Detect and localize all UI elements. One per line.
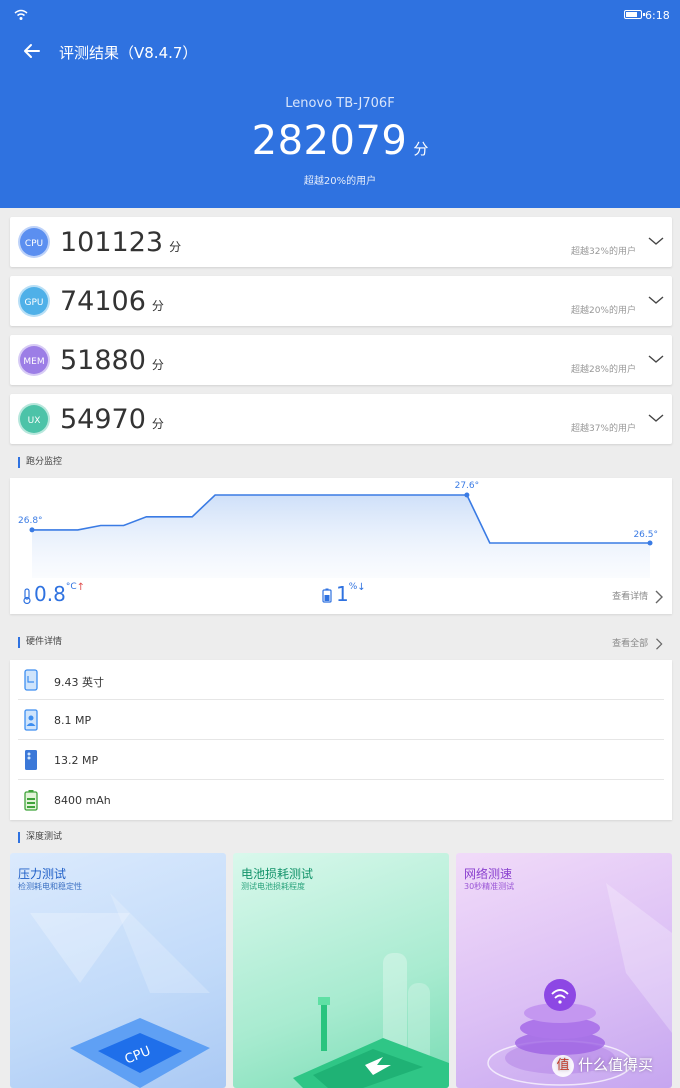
network-test-subtitle: 30秒精准测试 — [464, 882, 515, 891]
view-details-link[interactable]: 查看详情 — [612, 589, 664, 604]
temperature-chart-panel[interactable]: 26.8° 27.6° 26.5° 0.8°C↑ 1%↓ 查看详情 — [10, 478, 672, 614]
cpu-badge: CPU — [18, 226, 50, 258]
cpu-score: 101123 分 — [60, 227, 182, 258]
hardware-row-front-camera: 8.1 MP — [10, 700, 672, 740]
hardware-text: 8400 mAh — [54, 794, 111, 807]
hardware-text: 8.1 MP — [54, 714, 92, 727]
battery-test-card[interactable]: 电池损耗测试 测试电池损耗程度 — [233, 853, 449, 1088]
hardware-text: 9.43 英寸 — [54, 676, 104, 689]
battery-icon — [24, 790, 38, 811]
chevron-down-icon[interactable] — [648, 292, 664, 308]
network-test-title: 网络测速 — [464, 867, 513, 881]
hardware-section-title: 硬件详情 — [18, 637, 62, 648]
gpu-score: 74106 分 — [60, 286, 164, 317]
total-score: 282079 分 — [0, 118, 680, 164]
temperature-point-label: 26.5° — [633, 530, 658, 540]
chevron-down-icon[interactable] — [648, 351, 664, 367]
hardware-list: 9.43 英寸 8.1 MP 13.2 MP 8400 mAh — [10, 660, 672, 820]
gpu-badge: GPU — [18, 285, 50, 317]
gpu-percent: 超越20%的用户 — [570, 306, 636, 316]
chevron-down-icon[interactable] — [648, 233, 664, 249]
header: 6:18 评测结果（V8.4.7） Lenovo TB-J706F 282079… — [0, 0, 680, 208]
mem-score: 51880 分 — [60, 345, 164, 376]
hardware-row-rear-camera: 13.2 MP — [10, 740, 672, 780]
temperature-change: 0.8°C↑ — [22, 582, 85, 606]
temperature-chart: 26.8° 27.6° 26.5° — [18, 481, 658, 578]
screen-icon — [24, 669, 38, 691]
temperature-point — [647, 540, 653, 546]
chevron-right-icon — [656, 637, 663, 650]
battery-change: 1%↓ — [322, 582, 366, 606]
total-score-unit: 分 — [413, 140, 429, 158]
watermark: 值什么值得买 — [552, 1054, 653, 1077]
back-arrow-icon[interactable] — [22, 41, 42, 61]
hardware-row-battery: 8400 mAh — [10, 780, 672, 820]
network-test-card[interactable]: 网络测速 30秒精准测试 — [456, 853, 672, 1088]
mem-badge: MEM — [18, 344, 50, 376]
front-camera-icon — [24, 709, 38, 731]
mem-percent: 超越28%的用户 — [570, 365, 636, 375]
device-name: Lenovo TB-J706F — [285, 96, 395, 111]
beat-text: 超越20%的用户 — [303, 176, 377, 187]
thermometer-icon — [23, 587, 31, 604]
chevron-down-icon[interactable] — [648, 410, 664, 426]
page-title: 评测结果（V8.4.7） — [59, 44, 198, 62]
mem-score-card[interactable]: MEM 51880 分 超越28%的用户 — [10, 335, 672, 385]
hardware-row-screen: 9.43 英寸 — [10, 660, 672, 700]
ux-score: 54970 分 — [60, 404, 164, 435]
stress-test-subtitle: 检测耗电和稳定性 — [18, 882, 82, 891]
battery-status-icon — [624, 10, 645, 19]
rear-camera-icon — [25, 750, 37, 770]
ux-percent: 超越37%的用户 — [570, 424, 636, 434]
stress-test-card[interactable]: CPU 压力测试 检测耗电和稳定性 — [10, 853, 226, 1088]
temperature-area — [32, 495, 650, 578]
battery-test-subtitle: 测试电池损耗程度 — [241, 882, 305, 891]
chevron-right-icon — [655, 590, 663, 603]
battery-level-icon — [322, 588, 332, 603]
ux-badge: UX — [18, 403, 50, 435]
temperature-point — [29, 527, 35, 533]
watermark-icon: 值 — [552, 1054, 574, 1077]
temperature-point-label: 26.8° — [18, 516, 43, 526]
deep-test-section-title: 深度测试 — [18, 832, 62, 843]
cpu-score-card[interactable]: CPU 101123 分 超越32%的用户 — [10, 217, 672, 267]
stress-test-title: 压力测试 — [18, 867, 67, 881]
see-all-link[interactable]: 查看全部 — [612, 636, 664, 650]
monitor-section-title: 跑分监控 — [18, 457, 62, 468]
temperature-point — [464, 492, 470, 498]
battery-test-title: 电池损耗测试 — [241, 867, 314, 881]
clock: 6:18 — [645, 9, 670, 22]
status-bar: 6:18 — [0, 0, 680, 30]
wifi-icon — [14, 9, 28, 20]
hardware-text: 13.2 MP — [54, 754, 99, 767]
gpu-score-card[interactable]: GPU 74106 分 超越20%的用户 — [10, 276, 672, 326]
ux-score-card[interactable]: UX 54970 分 超越37%的用户 — [10, 394, 672, 444]
total-score-value: 282079 — [251, 118, 408, 164]
temperature-point-label: 27.6° — [455, 481, 480, 491]
cpu-percent: 超越32%的用户 — [570, 247, 636, 257]
